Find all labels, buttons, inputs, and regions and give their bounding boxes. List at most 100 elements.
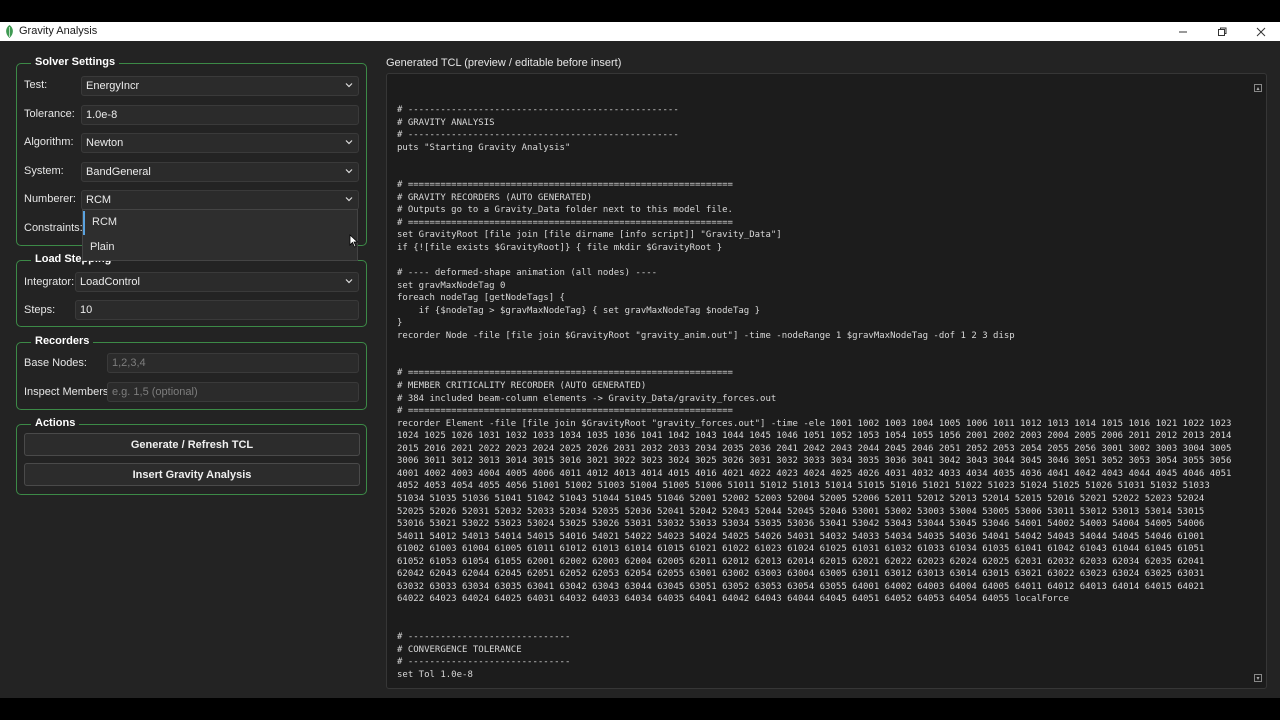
integrator-label: Integrator: bbox=[24, 276, 75, 288]
code-line: # --------------------------------------… bbox=[397, 105, 679, 115]
window-titlebar: Gravity Analysis bbox=[0, 22, 1280, 41]
test-label: Test: bbox=[24, 79, 48, 91]
chevron-down-icon bbox=[345, 279, 353, 284]
code-line: set gravMaxNodeTag 0 bbox=[397, 280, 506, 291]
code-line: # ======================================… bbox=[397, 217, 733, 228]
code-line: 2015 2016 2021 2022 2023 2024 2025 2026 … bbox=[397, 443, 1232, 454]
system-combo[interactable]: BandGeneral bbox=[81, 162, 359, 182]
base-nodes-label: Base Nodes: bbox=[24, 357, 87, 369]
code-line: # ======================================… bbox=[397, 368, 733, 379]
code-line: 1024 1025 1026 1031 1032 1033 1034 1035 … bbox=[397, 431, 1232, 442]
code-line: if {$nodeTag > $gravMaxNodeTag} { set gr… bbox=[397, 305, 761, 316]
code-line: # GRAVITY ANALYSIS bbox=[397, 117, 495, 128]
numberer-combo[interactable]: RCM bbox=[81, 190, 359, 210]
actions-title: Actions bbox=[31, 417, 80, 429]
steps-input[interactable]: 10 bbox=[75, 300, 359, 320]
algorithm-value: Newton bbox=[86, 137, 124, 149]
numberer-label: Numberer: bbox=[24, 193, 76, 205]
code-line: } bbox=[397, 318, 403, 329]
code-line: # GRAVITY RECORDERS (AUTO GENERATED) bbox=[397, 192, 593, 203]
insert-gravity-button[interactable]: Insert Gravity Analysis bbox=[24, 463, 360, 486]
close-icon[interactable] bbox=[1246, 22, 1276, 41]
code-line: if {![file exists $GravityRoot]} { file … bbox=[397, 243, 723, 254]
numberer-option-rcm[interactable]: RCM bbox=[83, 211, 357, 235]
tolerance-label: Tolerance: bbox=[24, 108, 75, 120]
test-combo[interactable]: EnergyIncr bbox=[81, 76, 359, 96]
numberer-dropdown-list: RCM Plain bbox=[82, 209, 358, 261]
recorders-title: Recorders bbox=[31, 335, 94, 347]
code-line: 61052 61053 61054 61055 62001 62002 6200… bbox=[397, 556, 1205, 567]
code-line: # --------------------------------------… bbox=[397, 130, 679, 141]
chevron-down-icon bbox=[345, 83, 353, 88]
tcl-code-editor[interactable]: # --------------------------------------… bbox=[386, 73, 1267, 689]
inspect-members-label: Inspect Members: bbox=[24, 386, 112, 398]
numberer-option-plain[interactable]: Plain bbox=[83, 236, 357, 260]
system-value: BandGeneral bbox=[86, 166, 151, 178]
scroll-down-icon[interactable]: ▾ bbox=[1254, 674, 1262, 682]
code-line: 63032 63033 63034 63035 63041 63042 6304… bbox=[397, 581, 1205, 592]
mouse-pointer-icon bbox=[349, 234, 359, 248]
code-line: # ---- deformed-shape animation (all nod… bbox=[397, 268, 658, 279]
minimize-icon[interactable] bbox=[1168, 22, 1198, 41]
code-line: # CONVERGENCE TOLERANCE bbox=[397, 644, 522, 655]
base-nodes-input[interactable]: 1,2,3,4 bbox=[107, 353, 359, 373]
screen-top-band bbox=[0, 0, 1280, 22]
integrator-value: LoadControl bbox=[80, 276, 140, 288]
code-line: # ======================================… bbox=[397, 180, 733, 191]
generate-refresh-button[interactable]: Generate / Refresh TCL bbox=[24, 433, 360, 456]
code-line: 62042 62043 62044 62045 62051 62052 6205… bbox=[397, 569, 1205, 580]
code-line: set Tol 1.0e-8 bbox=[397, 669, 473, 680]
code-line: puts "Starting Gravity Analysis" bbox=[397, 142, 571, 153]
test-value: EnergyIncr bbox=[86, 80, 140, 92]
code-line: recorder Element -file [file join $Gravi… bbox=[397, 418, 1232, 429]
code-line: 51034 51035 51036 51041 51042 51043 5104… bbox=[397, 493, 1205, 504]
code-line: 54011 54012 54013 54014 54015 54016 5402… bbox=[397, 531, 1205, 542]
code-line: 64022 64023 64024 64025 64031 64032 6403… bbox=[397, 594, 1069, 605]
load-stepping-group: Load Stepping Integrator: LoadControl St… bbox=[16, 253, 367, 327]
code-line: 4052 4053 4054 4055 4056 51001 51002 510… bbox=[397, 481, 1210, 492]
code-preview-label: Generated TCL (preview / editable before… bbox=[386, 57, 622, 69]
code-line: 3006 3011 3012 3013 3014 3015 3016 3021 … bbox=[397, 456, 1232, 467]
code-line: # ------------------------------ bbox=[397, 657, 571, 668]
app-window: Solver Settings Test: EnergyIncr Toleran… bbox=[0, 41, 1280, 698]
code-line: set GravityRoot [file join [file dirname… bbox=[397, 230, 782, 241]
code-line: foreach nodeTag [getNodeTags] { bbox=[397, 293, 565, 304]
code-line: # ======================================… bbox=[397, 406, 733, 417]
app-leaf-icon bbox=[6, 25, 13, 38]
chevron-down-icon bbox=[345, 140, 353, 145]
integrator-combo[interactable]: LoadControl bbox=[75, 272, 359, 292]
numberer-value: RCM bbox=[86, 194, 112, 206]
inspect-members-input[interactable]: e.g. 1,5 (optional) bbox=[107, 382, 359, 402]
screen-bottom-band bbox=[0, 698, 1280, 720]
code-line: 61002 61003 61004 61005 61011 61012 6101… bbox=[397, 544, 1205, 555]
code-line: # 384 included beam-column elements -> G… bbox=[397, 393, 777, 404]
maximize-icon[interactable] bbox=[1207, 22, 1237, 41]
tcl-code-text: # --------------------------------------… bbox=[397, 104, 1249, 681]
actions-group: Actions Generate / Refresh TCL Insert Gr… bbox=[16, 417, 367, 495]
algorithm-combo[interactable]: Newton bbox=[81, 133, 359, 153]
solver-settings-title: Solver Settings bbox=[31, 56, 120, 68]
code-line: 52025 52026 52031 52032 52033 52034 5203… bbox=[397, 506, 1205, 517]
steps-label: Steps: bbox=[24, 304, 56, 316]
chevron-down-icon bbox=[345, 197, 353, 202]
scroll-up-icon[interactable]: ▴ bbox=[1254, 84, 1262, 92]
window-title: Gravity Analysis bbox=[19, 25, 98, 37]
recorders-group: Recorders Base Nodes: 1,2,3,4 Inspect Me… bbox=[16, 335, 367, 410]
system-label: System: bbox=[24, 165, 64, 177]
tolerance-input[interactable]: 1.0e-8 bbox=[81, 105, 359, 125]
code-line: # MEMBER CRITICALITY RECORDER (AUTO GENE… bbox=[397, 381, 647, 392]
code-line: 53016 53021 53022 53023 53024 53025 5302… bbox=[397, 519, 1205, 530]
algorithm-label: Algorithm: bbox=[24, 136, 74, 148]
code-line: # ------------------------------ bbox=[397, 631, 571, 642]
code-line: # Outputs go to a Gravity_Data folder ne… bbox=[397, 205, 733, 216]
chevron-down-icon bbox=[345, 169, 353, 174]
code-line: 4001 4002 4003 4004 4005 4006 4011 4012 … bbox=[397, 468, 1232, 479]
constraints-label: Constraints: bbox=[24, 222, 83, 234]
